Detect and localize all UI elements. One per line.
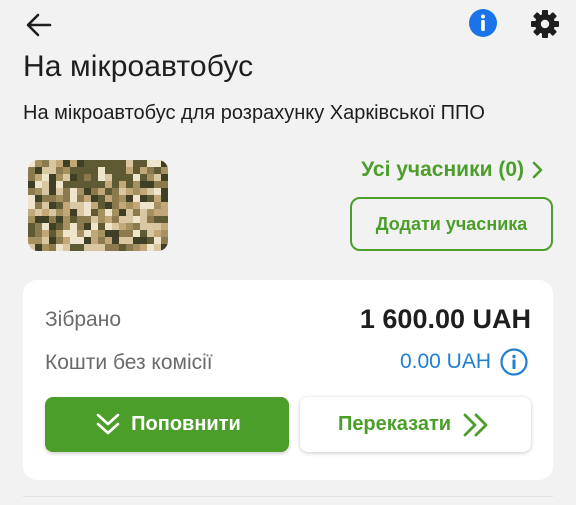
stats-card: Зібрано 1 600.00 UAH Кошти без комісії 0… [23, 280, 553, 480]
top-app-bar [0, 0, 576, 50]
add-participant-button[interactable]: Додати учасника [350, 197, 553, 251]
topup-button[interactable]: Поповнити [45, 397, 289, 452]
topup-label: Поповнити [131, 413, 241, 435]
collected-amount: 1 600.00 UAH [359, 304, 531, 334]
camouflage-pattern [28, 160, 168, 251]
jar-description: На мікроавтобус для розрахунку Харківськ… [23, 102, 485, 124]
gear-icon[interactable] [529, 8, 561, 40]
jar-cover-image [28, 160, 168, 251]
all-participants-label: Усі учасники (0) [361, 158, 524, 181]
double-chevron-down-icon [96, 413, 120, 434]
chevron-right-icon [532, 161, 543, 179]
all-participants-link[interactable]: Усі учасники (0) [361, 158, 546, 182]
double-chevron-right-icon [463, 413, 488, 436]
info-outline-icon[interactable] [499, 347, 529, 377]
no-commission-amount: 0.00 UAH [399, 350, 491, 373]
transfer-button[interactable]: Переказати [300, 397, 531, 452]
section-divider [23, 496, 553, 497]
no-commission-row: 0.00 UAH [400, 347, 529, 377]
arrow-left-icon[interactable] [24, 10, 54, 40]
no-commission-label: Кошти без комісії [45, 351, 213, 374]
collected-label: Зібрано [45, 308, 122, 331]
info-filled-icon[interactable] [468, 8, 498, 38]
page-title: На мікроавтобус [23, 50, 254, 83]
transfer-label: Переказати [337, 413, 452, 435]
